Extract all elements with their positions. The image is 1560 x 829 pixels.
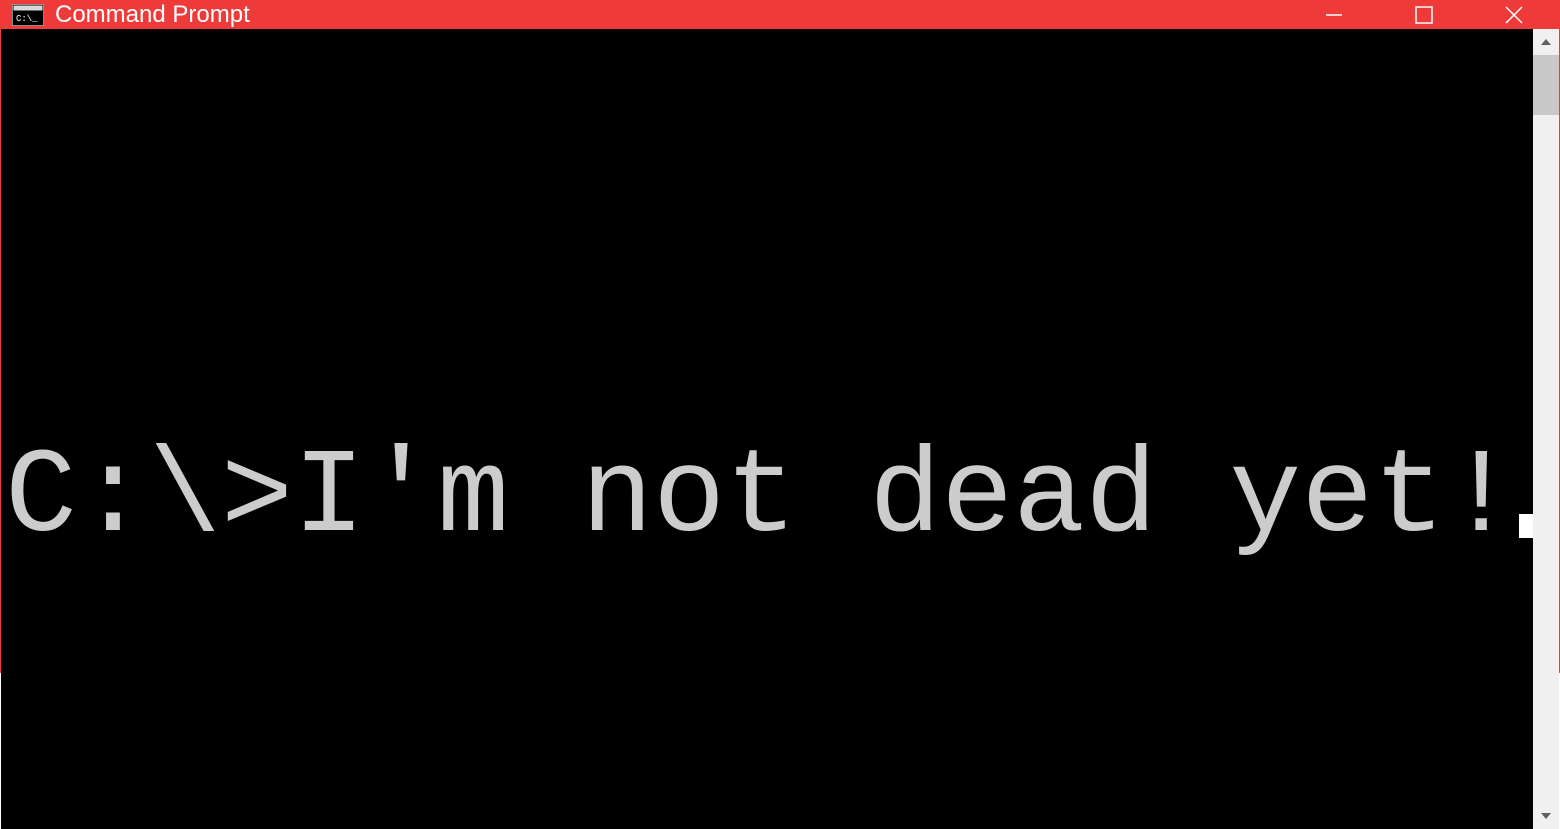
cmd-icon: C:\_ [11, 3, 45, 27]
terminal-prompt: C:\> [5, 433, 293, 565]
terminal-line: C:\>I'm not dead yet! [5, 433, 1533, 565]
svg-text:C:\_: C:\_ [16, 14, 38, 24]
scroll-track[interactable] [1533, 55, 1559, 803]
chevron-up-icon [1540, 36, 1552, 48]
terminal-cursor [1519, 514, 1533, 538]
scroll-up-button[interactable] [1533, 29, 1559, 55]
maximize-button[interactable] [1379, 1, 1469, 29]
close-icon [1503, 4, 1525, 26]
terminal-output[interactable]: C:\>I'm not dead yet! [1, 29, 1533, 829]
minimize-icon [1324, 5, 1344, 25]
minimize-button[interactable] [1289, 1, 1379, 29]
scroll-down-button[interactable] [1533, 803, 1559, 829]
terminal-command: I'm not dead yet! [293, 433, 1517, 565]
command-prompt-window: C:\_ Command Prompt [0, 0, 1560, 673]
titlebar[interactable]: C:\_ Command Prompt [1, 1, 1559, 29]
window-controls [1289, 1, 1559, 29]
scroll-thumb[interactable] [1533, 55, 1559, 115]
maximize-icon [1414, 5, 1434, 25]
chevron-down-icon [1540, 810, 1552, 822]
vertical-scrollbar[interactable] [1533, 29, 1559, 829]
window-title: Command Prompt [55, 1, 1289, 29]
close-button[interactable] [1469, 1, 1559, 29]
content-area: C:\>I'm not dead yet! [1, 29, 1559, 829]
